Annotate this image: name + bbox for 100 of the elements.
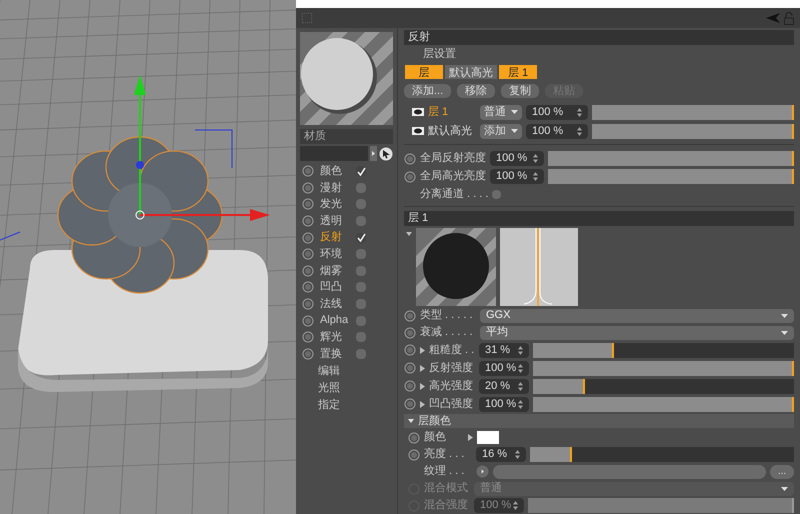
- radio-icon[interactable]: [302, 232, 314, 244]
- channel-item[interactable]: 法线: [320, 296, 350, 312]
- value-field[interactable]: 31 %: [479, 342, 529, 358]
- channel-item[interactable]: 反射: [320, 229, 350, 246]
- layer-name[interactable]: 层 1: [428, 104, 476, 120]
- radio-icon[interactable]: [404, 398, 416, 410]
- radio-icon[interactable]: [302, 165, 314, 178]
- blend-mode-dropdown[interactable]: 普通: [480, 104, 522, 120]
- blend-mode-dropdown[interactable]: 添加: [480, 124, 522, 138]
- expand-arrow-icon[interactable]: [420, 346, 425, 354]
- layer-name[interactable]: 默认高光: [428, 122, 476, 140]
- channel-checkbox[interactable]: [356, 266, 366, 276]
- expand-arrow-icon[interactable]: [420, 364, 425, 372]
- sidebar-item[interactable]: 编辑: [318, 362, 340, 380]
- eye-icon[interactable]: [412, 127, 424, 135]
- channel-item[interactable]: 透明: [320, 212, 350, 230]
- slider-thumb[interactable]: [612, 342, 614, 358]
- arrow-button-icon[interactable]: [476, 465, 489, 478]
- sidebar-item[interactable]: 指定: [318, 396, 340, 414]
- eye-icon[interactable]: [412, 108, 424, 116]
- spinner-icon[interactable]: [533, 172, 538, 181]
- expand-arrow-icon[interactable]: [420, 400, 425, 408]
- radio-icon[interactable]: [302, 215, 314, 228]
- channel-item[interactable]: 辉光: [320, 328, 350, 346]
- expand-arrow-icon[interactable]: [468, 434, 473, 441]
- radio-icon[interactable]: [302, 198, 314, 210]
- spinner-icon[interactable]: [533, 154, 538, 163]
- radio-icon[interactable]: [302, 264, 314, 277]
- radio-icon[interactable]: [302, 314, 314, 327]
- channel-checkbox[interactable]: [356, 282, 366, 292]
- search-field[interactable]: [300, 146, 368, 161]
- channel-checkbox[interactable]: [356, 299, 366, 310]
- channel-item[interactable]: 发光: [320, 196, 350, 213]
- channel-item[interactable]: Alpha: [320, 312, 350, 329]
- spinner-icon[interactable]: [513, 501, 518, 510]
- dropdown-field[interactable]: 平均: [480, 326, 794, 340]
- layer-tab[interactable]: 层 1: [498, 64, 538, 80]
- channel-checkbox[interactable]: [356, 199, 366, 210]
- channel-item[interactable]: 凹凸: [320, 279, 350, 296]
- dropdown-field[interactable]: GGX: [480, 308, 794, 322]
- radio-icon[interactable]: [302, 182, 314, 194]
- pointer-icon[interactable]: [379, 146, 393, 160]
- radio-icon[interactable]: [302, 298, 314, 310]
- spinner-icon[interactable]: [518, 382, 523, 390]
- channel-item[interactable]: 环境: [320, 246, 350, 263]
- layer-action-button[interactable]: 移除: [457, 84, 496, 98]
- layer-action-button[interactable]: 复制: [501, 84, 540, 98]
- radio-icon[interactable]: [404, 326, 416, 338]
- channel-checkbox[interactable]: [356, 232, 366, 243]
- channel-checkbox[interactable]: [356, 348, 366, 359]
- slider-track[interactable]: [592, 124, 794, 138]
- radio-icon[interactable]: [302, 331, 314, 344]
- radio-icon[interactable]: [302, 348, 314, 360]
- slider-thumb[interactable]: [570, 447, 572, 462]
- slider-track[interactable]: [592, 104, 794, 120]
- channel-item[interactable]: 漫射: [320, 180, 350, 196]
- slider-track[interactable]: [530, 447, 794, 462]
- channel-checkbox[interactable]: [356, 166, 366, 176]
- expand-arrow-icon[interactable]: [420, 382, 425, 390]
- radio-icon[interactable]: [302, 248, 314, 260]
- channel-checkbox[interactable]: [356, 182, 366, 193]
- channel-checkbox[interactable]: [356, 216, 366, 226]
- sidebar-item[interactable]: 光照: [318, 380, 340, 396]
- value-field[interactable]: 16 %: [476, 447, 526, 462]
- value-field[interactable]: 100 %: [526, 104, 588, 120]
- value-field[interactable]: 100 %: [479, 360, 529, 376]
- radio-icon[interactable]: [404, 344, 416, 356]
- radio-icon[interactable]: [302, 281, 314, 294]
- radio-icon[interactable]: [408, 432, 420, 444]
- value-field[interactable]: 100 %: [479, 396, 529, 412]
- channel-item[interactable]: 置换: [320, 346, 350, 362]
- collapse-arrow-icon[interactable]: [406, 232, 412, 236]
- value-field[interactable]: 100 %: [490, 169, 544, 184]
- radio-icon[interactable]: [408, 448, 420, 460]
- texture-field[interactable]: [493, 464, 766, 478]
- spinner-icon[interactable]: [518, 364, 523, 372]
- slider-track[interactable]: [533, 342, 794, 358]
- spinner-icon[interactable]: [518, 400, 523, 408]
- slider-track[interactable]: [533, 378, 794, 394]
- grip-icon[interactable]: [302, 13, 312, 23]
- slider-thumb[interactable]: [583, 378, 586, 394]
- spinner-icon[interactable]: [518, 346, 523, 354]
- radio-icon[interactable]: [404, 380, 416, 392]
- layer-tab[interactable]: 默认高光: [444, 64, 498, 80]
- radio-icon[interactable]: [404, 362, 416, 374]
- channel-item[interactable]: 烟雾: [320, 262, 350, 280]
- channel-checkbox[interactable]: [356, 316, 366, 326]
- value-field[interactable]: 100 %: [526, 124, 588, 138]
- spinner-icon[interactable]: [515, 450, 520, 459]
- layer-color-header[interactable]: 层颜色: [404, 414, 794, 428]
- slider-track[interactable]: [548, 151, 794, 166]
- channel-checkbox[interactable]: [356, 332, 366, 342]
- back-arrow-icon[interactable]: [766, 13, 780, 23]
- layer-tab[interactable]: 层: [404, 64, 444, 80]
- texture-browse-button[interactable]: ...: [770, 464, 794, 478]
- arrow-button-icon[interactable]: [370, 146, 377, 161]
- separate-passes-checkbox[interactable]: [492, 190, 502, 198]
- slider-track[interactable]: [548, 169, 794, 184]
- spinner-icon[interactable]: [577, 108, 582, 116]
- radio-icon[interactable]: [404, 170, 416, 182]
